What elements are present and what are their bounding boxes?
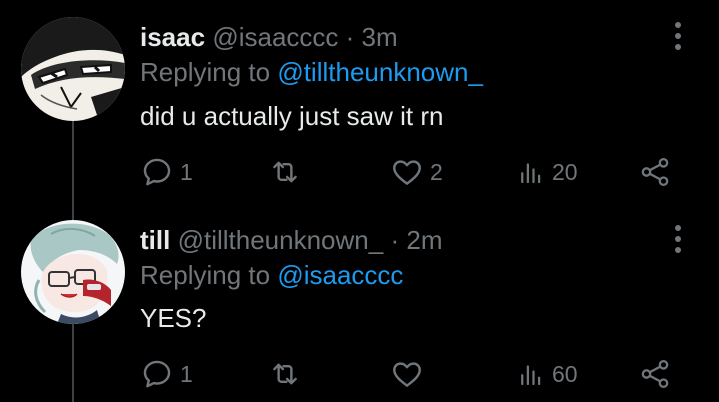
more-options-button[interactable] [668, 18, 688, 54]
heart-icon [393, 160, 421, 185]
like-button[interactable]: 2 [390, 152, 443, 192]
user-handle[interactable]: @tilltheunknown_ [178, 225, 384, 255]
retweet-icon [273, 363, 297, 385]
retweet-button[interactable] [268, 354, 308, 394]
replying-to-label: Replying to [140, 57, 271, 87]
reply-count: 1 [180, 158, 193, 185]
reply-count: 1 [180, 360, 193, 387]
user-handle[interactable]: @isaacccc [212, 22, 338, 52]
tweet-text: YES? [140, 303, 207, 333]
view-count: 60 [552, 360, 578, 387]
more-vertical-icon [675, 225, 681, 231]
replying-to-handle[interactable]: @tilltheunknown_ [277, 57, 483, 87]
like-button[interactable] [390, 354, 430, 394]
tweet[interactable]: till @tilltheunknown_ · 2m Replying to @… [0, 201, 719, 402]
display-name[interactable]: till [140, 225, 170, 255]
tweet-actions: 1 60 [140, 354, 680, 394]
views-button[interactable]: 60 [516, 354, 578, 394]
views-icon [521, 163, 541, 184]
replying-to-label: Replying to [140, 260, 271, 290]
avatar[interactable] [21, 17, 125, 121]
separator-dot: · [345, 22, 355, 52]
display-name[interactable]: isaac [140, 22, 205, 52]
retweet-icon [273, 161, 297, 183]
share-button[interactable] [638, 354, 672, 394]
tweet[interactable]: isaac @isaacccc · 3m Replying to @tillth… [0, 0, 719, 201]
heart-icon [393, 362, 421, 387]
more-vertical-icon [675, 22, 681, 28]
tweet-actions: 1 2 20 [140, 152, 680, 192]
timestamp[interactable]: 3m [362, 22, 398, 52]
share-button[interactable] [638, 152, 672, 192]
share-icon [641, 157, 669, 187]
retweet-button[interactable] [268, 152, 308, 192]
tweet-header: isaac @isaacccc · 3m [140, 22, 398, 52]
more-options-button[interactable] [668, 221, 688, 257]
avatar[interactable] [21, 220, 125, 324]
avatar-image [21, 17, 125, 121]
view-count: 20 [552, 158, 578, 185]
timestamp[interactable]: 2m [406, 225, 442, 255]
replying-to: Replying to @tilltheunknown_ [140, 57, 483, 87]
separator-dot: · [390, 225, 400, 255]
views-button[interactable]: 20 [516, 152, 578, 192]
reply-button[interactable]: 1 [140, 152, 193, 192]
tweet-header: till @tilltheunknown_ · 2m [140, 225, 442, 255]
like-count: 2 [430, 158, 443, 185]
replying-to: Replying to @isaacccc [140, 260, 403, 290]
avatar-image [21, 220, 125, 324]
share-icon [641, 359, 669, 389]
reply-button[interactable]: 1 [140, 354, 193, 394]
reply-icon [143, 158, 171, 186]
reply-icon [143, 360, 171, 388]
replying-to-handle[interactable]: @isaacccc [277, 260, 403, 290]
tweet-text: did u actually just saw it rn [140, 101, 444, 131]
views-icon [521, 365, 541, 386]
